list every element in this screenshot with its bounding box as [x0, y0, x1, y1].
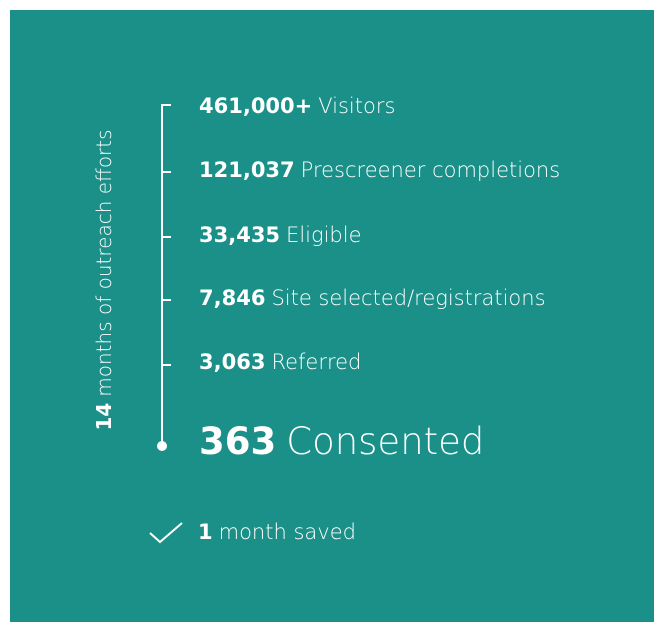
timeline-tick: [161, 364, 171, 366]
stat-referred: 3,063 Referred: [199, 350, 361, 374]
stat-visitors: 461,000+ Visitors: [199, 94, 395, 118]
stat-value: 461,000+: [199, 94, 313, 118]
stat-label: Referred: [271, 350, 362, 374]
stat-value: 363: [199, 420, 277, 463]
stat-value: 121,037: [199, 158, 295, 182]
stat-eligible: 33,435 Eligible: [199, 223, 362, 247]
stat-label: Eligible: [286, 223, 362, 247]
stat-value: 7,846: [199, 286, 266, 310]
timeline-axis: [161, 104, 163, 444]
stat-prescreener-completions: 121,037 Prescreener completions: [199, 158, 560, 182]
outreach-duration-text: months of outreach efforts: [92, 129, 116, 397]
timeline-tick: [161, 171, 171, 173]
outreach-duration-value: 14: [92, 402, 116, 431]
stat-site-selected: 7,846 Site selected/registrations: [199, 286, 546, 310]
time-saved-text: month saved: [218, 520, 356, 544]
stat-label: Consented: [286, 420, 485, 463]
stat-consented: 363 Consented: [199, 420, 484, 463]
stat-label: Visitors: [318, 94, 396, 118]
stat-value: 3,063: [199, 350, 266, 374]
timeline-tick: [161, 299, 171, 301]
timeline-tick: [161, 236, 171, 238]
check-icon: [149, 522, 183, 544]
time-saved-value: 1: [198, 520, 213, 544]
timeline-end-dot: [157, 441, 167, 451]
time-saved: 1 month saved: [148, 520, 356, 545]
stat-label: Prescreener completions: [300, 158, 561, 182]
outreach-duration-label: 14 months of outreach efforts: [92, 129, 116, 430]
stat-value: 33,435: [199, 223, 281, 247]
stat-label: Site selected/registrations: [271, 286, 546, 310]
timeline-tick: [161, 104, 171, 106]
